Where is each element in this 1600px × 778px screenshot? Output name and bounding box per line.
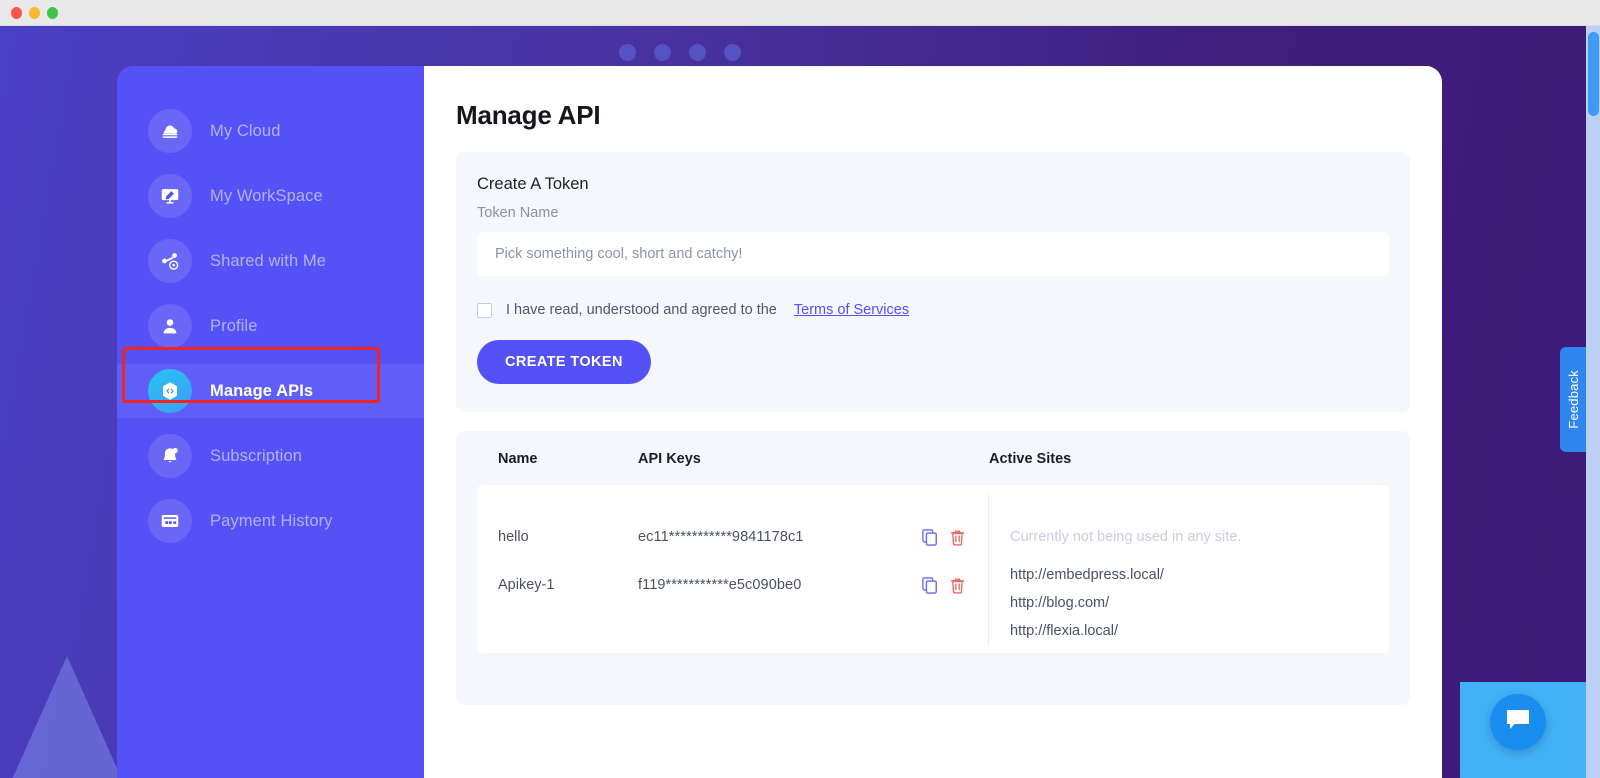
terms-agreement-row: I have read, understood and agreed to th… <box>477 302 1389 318</box>
site-url: http://embedpress.local/ <box>1010 567 1164 583</box>
sidebar-item-profile[interactable]: Profile <box>117 299 424 353</box>
sidebar: My Cloud My WorkSpace Shared with Me Pro… <box>117 66 424 778</box>
table-sites-column: Currently not being used in any site. ht… <box>989 485 1389 653</box>
sidebar-item-label: Payment History <box>210 511 333 530</box>
sidebar-item-label: Subscription <box>210 446 302 465</box>
column-header-sites: Active Sites <box>989 451 1072 467</box>
user-icon <box>148 304 192 348</box>
table-row: hello ec11***********9841178c1 <box>498 513 988 561</box>
workspace-icon <box>148 174 192 218</box>
token-name-label: Token Name <box>477 205 559 221</box>
cell-key-name: Apikey-1 <box>498 577 555 593</box>
main-content: Manage API Create A Token Token Name I h… <box>424 66 1442 778</box>
cell-api-key: f119***********e5c090be0 <box>638 577 802 593</box>
app-root: My Cloud My WorkSpace Shared with Me Pro… <box>0 0 1600 778</box>
decor-dot <box>654 44 671 61</box>
window-traffic-lights <box>11 7 58 19</box>
terms-agreement-text: I have read, understood and agreed to th… <box>506 302 777 318</box>
page-scrollbar[interactable] <box>1586 26 1600 778</box>
window-minimize-button[interactable] <box>29 7 40 19</box>
card-icon <box>148 499 192 543</box>
decorative-dots <box>619 44 741 61</box>
sites-empty-text: Currently not being used in any site. <box>1010 529 1242 545</box>
bell-icon <box>148 434 192 478</box>
sidebar-item-label: My Cloud <box>210 121 281 140</box>
table-header-row: Name API Keys Active Sites <box>477 451 1389 485</box>
column-header-keys: API Keys <box>638 451 701 467</box>
row-actions <box>921 576 988 595</box>
token-name-input[interactable] <box>477 232 1389 276</box>
copy-icon[interactable] <box>921 528 938 547</box>
terms-of-services-link[interactable]: Terms of Services <box>794 302 909 318</box>
table-body: hello ec11***********9841178c1 Apikey-1 … <box>477 485 1389 653</box>
api-keys-table-card: Name API Keys Active Sites hello ec11***… <box>456 431 1410 705</box>
site-url: http://blog.com/ <box>1010 595 1110 611</box>
decor-dot <box>619 44 636 61</box>
app-shell: My Cloud My WorkSpace Shared with Me Pro… <box>117 66 1442 778</box>
sidebar-item-label: My WorkSpace <box>210 186 323 205</box>
share-icon <box>148 239 192 283</box>
decor-dot <box>724 44 741 61</box>
row-actions <box>921 528 988 547</box>
feedback-tab[interactable]: Feedback <box>1560 347 1586 452</box>
window-maximize-button[interactable] <box>47 7 58 19</box>
copy-icon[interactable] <box>921 576 938 595</box>
sidebar-item-payment-history[interactable]: Payment History <box>117 494 424 548</box>
sidebar-item-manage-apis[interactable]: Manage APIs <box>117 347 424 418</box>
window-titlebar <box>0 0 1600 26</box>
page-scrollbar-thumb[interactable] <box>1588 32 1599 116</box>
chat-button[interactable] <box>1490 694 1546 750</box>
cloud-icon <box>148 109 192 153</box>
column-header-name: Name <box>498 451 538 467</box>
create-token-card: Create A Token Token Name I have read, u… <box>456 152 1410 412</box>
cell-key-name: hello <box>498 529 529 545</box>
sidebar-item-my-cloud[interactable]: My Cloud <box>117 104 424 158</box>
terms-checkbox[interactable] <box>477 302 492 318</box>
feedback-tab-label: Feedback <box>1565 370 1581 429</box>
create-token-title: Create A Token <box>477 175 589 193</box>
sidebar-item-label: Manage APIs <box>210 381 314 400</box>
table-keys-column: hello ec11***********9841178c1 Apikey-1 … <box>477 485 988 653</box>
site-url: http://flexia.local/ <box>1010 623 1118 639</box>
table-row: Apikey-1 f119***********e5c090be0 <box>498 561 988 609</box>
trash-icon[interactable] <box>949 576 966 595</box>
page-title: Manage API <box>456 100 601 130</box>
sidebar-item-label: Shared with Me <box>210 251 327 270</box>
sidebar-item-subscription[interactable]: Subscription <box>117 429 424 483</box>
decor-dot <box>689 44 706 61</box>
api-hexagon-icon <box>148 369 192 413</box>
trash-icon[interactable] <box>949 528 966 547</box>
window-close-button[interactable] <box>11 7 22 19</box>
decorative-triangle <box>10 656 124 778</box>
sidebar-item-shared-with-me[interactable]: Shared with Me <box>117 234 424 288</box>
sidebar-item-my-workspace[interactable]: My WorkSpace <box>117 169 424 223</box>
create-token-button[interactable]: CREATE TOKEN <box>477 340 651 384</box>
cell-api-key: ec11***********9841178c1 <box>638 529 804 545</box>
sites-list: http://embedpress.local/ http://blog.com… <box>1010 561 1389 645</box>
sidebar-item-label: Profile <box>210 316 258 335</box>
chat-bubble-icon <box>1505 708 1531 737</box>
